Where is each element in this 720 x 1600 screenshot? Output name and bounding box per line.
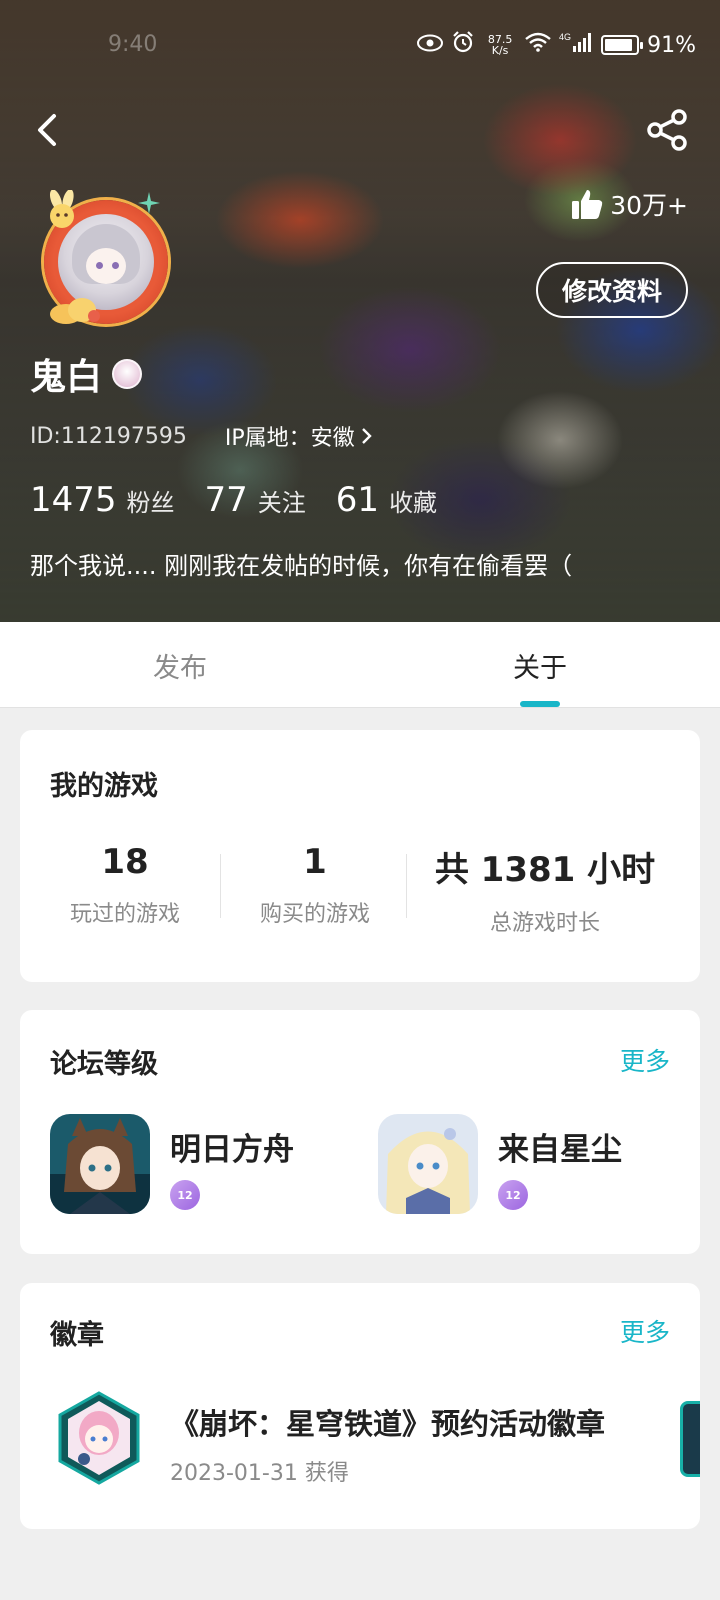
thumbs-up-icon — [572, 190, 603, 219]
avatar[interactable] — [36, 190, 180, 334]
playtime-stat[interactable]: 共 1381 小时 总游戏时长 — [420, 842, 670, 937]
forum-item-arknights[interactable]: 明日方舟 12 — [50, 1114, 350, 1214]
badge-name: 《崩坏：星穹铁道》预约活动徽章 — [170, 1407, 606, 1441]
net-speed-unit: K/s — [491, 44, 509, 57]
stat-divider — [220, 854, 221, 918]
net-speed: 87.5 K/s — [483, 34, 517, 56]
ex-astris-game-icon — [378, 1114, 478, 1214]
chevron-left-icon — [38, 114, 56, 146]
following-count[interactable]: 77 — [205, 480, 248, 520]
wifi-icon — [525, 32, 551, 58]
tab-about[interactable]: 关于 — [440, 646, 640, 685]
profile-header: 9:40 87.5 K/s 4G 91% 30万+ 修改资料 鬼白 ID:112… — [0, 0, 720, 622]
badges-card: 徽章 更多 《崩坏：星穹铁道》预约活动徽章 2023-01-31 获得 — [20, 1283, 700, 1529]
alarm-icon — [451, 30, 475, 60]
my-games-card: 我的游戏 18 玩过的游戏 1 购买的游戏 共 1381 小时 总游戏时长 — [20, 730, 700, 982]
status-icons: 87.5 K/s 4G 91% — [417, 30, 696, 60]
likes-count: 30万+ — [610, 191, 688, 220]
sparkle-decoration-icon — [138, 192, 160, 214]
username: 鬼白 — [30, 348, 143, 400]
back-button[interactable] — [28, 110, 68, 150]
favorites-count[interactable]: 61 — [336, 480, 379, 520]
games-purchased-value: 1 — [303, 842, 327, 882]
arknights-game-icon — [50, 1114, 150, 1214]
games-played-value: 18 — [101, 842, 149, 882]
games-played-label: 玩过的游戏 — [69, 902, 180, 927]
chevron-right-icon — [361, 428, 372, 444]
favorites-label[interactable]: 收藏 — [389, 483, 437, 518]
ip-location[interactable]: IP属地：安徽 — [225, 420, 373, 452]
cellular-signal-icon: 4G — [559, 31, 593, 59]
ip-location-text: IP属地：安徽 — [224, 426, 355, 451]
forum-level-number: 12 — [505, 1188, 521, 1202]
forum-level-title: 论坛等级 — [50, 1049, 158, 1080]
bio-text: 那个我说.... 刚刚我在发帖的时候，你有在偷看罢（ — [30, 552, 573, 580]
bunny-decoration-icon — [49, 190, 74, 228]
badge-date: 2023-01-31 获得 — [170, 1461, 349, 1486]
following-label[interactable]: 关注 — [258, 483, 306, 518]
active-tab-indicator — [520, 701, 560, 707]
games-purchased-stat[interactable]: 1 购买的游戏 — [240, 842, 390, 928]
stat-divider — [406, 854, 407, 918]
forum-more-link[interactable]: 更多 — [620, 1042, 670, 1078]
forum-item-name: 明日方舟 — [170, 1132, 294, 1168]
battery-percent: 91% — [647, 32, 696, 58]
forum-item-name: 来自星尘 — [498, 1132, 622, 1168]
badges-more-link[interactable]: 更多 — [620, 1313, 670, 1349]
my-games-title: 我的游戏 — [50, 771, 158, 802]
user-id: ID:112197595 — [30, 423, 187, 449]
games-purchased-label: 购买的游戏 — [259, 902, 370, 927]
username-text: 鬼白 — [30, 357, 103, 398]
followers-count[interactable]: 1475 — [30, 480, 117, 520]
user-badge-icon[interactable] — [112, 359, 143, 389]
followers-label[interactable]: 粉丝 — [127, 483, 175, 518]
forum-level-card: 论坛等级 更多 明日方舟 12 来自星尘 12 — [20, 1010, 700, 1254]
status-bar: 9:40 87.5 K/s 4G 91% — [0, 28, 720, 64]
games-played-stat[interactable]: 18 玩过的游戏 — [50, 842, 200, 928]
forum-item-ex-astris[interactable]: 来自星尘 12 — [378, 1114, 678, 1214]
playtime-label: 总游戏时长 — [489, 911, 600, 936]
star-rail-badge-icon[interactable] — [58, 1391, 140, 1485]
likes-counter[interactable]: 30万+ — [570, 186, 688, 222]
battery-icon — [601, 35, 644, 55]
status-time: 9:40 — [108, 32, 158, 57]
tab-posts[interactable]: 发布 — [80, 646, 280, 685]
eye-icon — [417, 33, 444, 58]
badges-title: 徽章 — [50, 1320, 104, 1351]
battery-level — [605, 39, 633, 51]
forum-level-badge-icon: 12 — [170, 1180, 200, 1210]
forum-level-badge-icon: 12 — [498, 1180, 528, 1210]
profile-tabs: 发布 关于 — [0, 622, 720, 708]
next-badge-icon[interactable] — [680, 1401, 700, 1477]
cloud-decoration-icon — [50, 298, 100, 324]
social-stats: 1475 粉丝 77 关注 61 收藏 — [30, 480, 467, 520]
playtime-value: 共 1381 小时 — [434, 850, 656, 890]
edit-profile-button[interactable]: 修改资料 — [535, 262, 688, 318]
svg-text:4G: 4G — [559, 32, 571, 42]
share-button[interactable] — [646, 108, 690, 152]
share-icon — [647, 109, 687, 151]
forum-level-number: 12 — [177, 1188, 193, 1202]
id-line: ID:112197595 IP属地：安徽 — [30, 420, 373, 452]
